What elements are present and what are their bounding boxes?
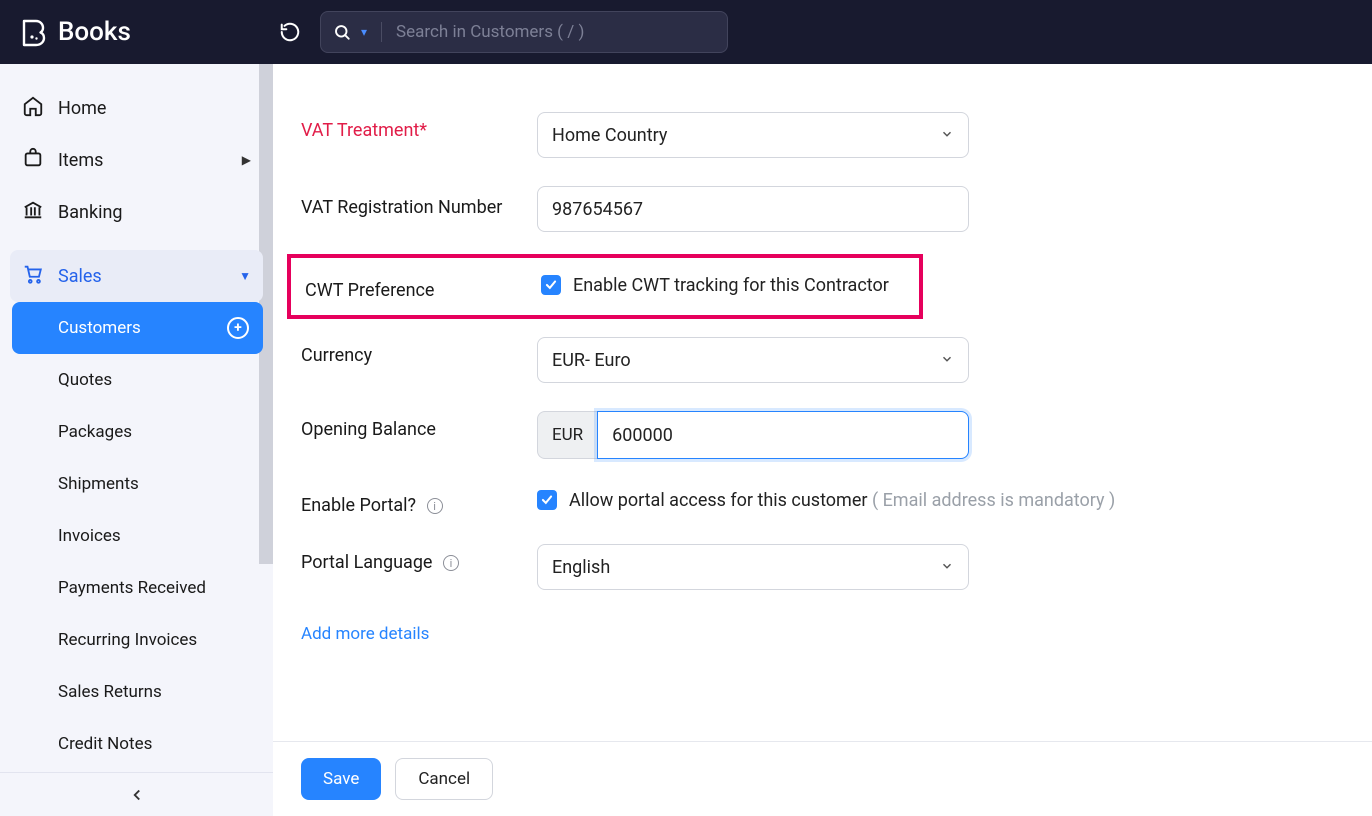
sidebar-label: Home bbox=[58, 98, 106, 119]
sidebar-sub-label: Quotes bbox=[58, 370, 112, 390]
sidebar-label: Items bbox=[58, 150, 103, 171]
sidebar-sub-label: Invoices bbox=[58, 526, 121, 546]
sidebar-item-invoices[interactable]: Invoices bbox=[12, 510, 263, 562]
cwt-enable-checkbox[interactable] bbox=[541, 275, 561, 295]
sidebar-sub-label: Customers bbox=[58, 318, 141, 338]
sidebar-item-banking[interactable]: Banking bbox=[0, 186, 273, 238]
info-icon[interactable]: i bbox=[427, 498, 443, 514]
cart-icon bbox=[22, 263, 44, 290]
brand-name: Books bbox=[58, 17, 131, 47]
sidebar-sub-label: Payments Received bbox=[58, 578, 206, 598]
sidebar-item-quotes[interactable]: Quotes bbox=[12, 354, 263, 406]
search-placeholder: Search in Customers ( / ) bbox=[396, 22, 584, 42]
vat-treatment-select[interactable]: Home Country bbox=[537, 112, 969, 158]
chevron-down-icon: ▼ bbox=[239, 269, 251, 283]
vat-reg-input[interactable] bbox=[537, 186, 969, 232]
topbar-actions: ▾ Search in Customers ( / ) bbox=[276, 11, 728, 53]
search-box[interactable]: ▾ Search in Customers ( / ) bbox=[320, 11, 728, 53]
brand-logo-icon bbox=[18, 17, 48, 47]
sidebar-item-shipments[interactable]: Shipments bbox=[12, 458, 263, 510]
cancel-button[interactable]: Cancel bbox=[395, 758, 493, 800]
sidebar-label: Sales bbox=[58, 266, 102, 287]
refresh-button[interactable] bbox=[276, 18, 304, 46]
main-content: VAT Treatment* Home Country VAT Registra… bbox=[273, 64, 1372, 816]
portal-access-checkbox[interactable] bbox=[537, 490, 557, 510]
sidebar-collapse-button[interactable] bbox=[0, 772, 273, 816]
enable-portal-label: Enable Portal? i bbox=[301, 487, 537, 516]
sidebar-sales-submenu: Customers + Quotes Packages Shipments In… bbox=[12, 302, 263, 770]
info-icon[interactable]: i bbox=[443, 555, 459, 571]
chevron-right-icon: ▶ bbox=[242, 153, 251, 167]
sidebar-item-customers[interactable]: Customers + bbox=[12, 302, 263, 354]
home-icon bbox=[22, 95, 44, 122]
cwt-checkbox-label: Enable CWT tracking for this Contractor bbox=[573, 272, 889, 300]
sidebar-sub-label: Packages bbox=[58, 422, 132, 442]
topbar: Books ▾ Search in Customers ( / ) bbox=[0, 0, 1372, 64]
portal-language-label: Portal Language i bbox=[301, 544, 537, 573]
sidebar-item-credit-notes[interactable]: Credit Notes bbox=[12, 718, 263, 770]
opening-balance-label: Opening Balance bbox=[301, 411, 537, 440]
portal-checkbox-label: Allow portal access for this customer ( … bbox=[569, 487, 1115, 515]
currency-select[interactable]: EUR- Euro bbox=[537, 337, 969, 383]
sidebar-item-home[interactable]: Home bbox=[0, 82, 273, 134]
sidebar-label: Banking bbox=[58, 202, 123, 223]
sidebar-sub-label: Shipments bbox=[58, 474, 139, 494]
vat-reg-label: VAT Registration Number bbox=[301, 186, 537, 221]
cwt-preference-label: CWT Preference bbox=[305, 272, 541, 301]
portal-language-select[interactable]: English bbox=[537, 544, 969, 590]
sidebar-item-recurring-invoices[interactable]: Recurring Invoices bbox=[12, 614, 263, 666]
sidebar-item-items[interactable]: Items ▶ bbox=[0, 134, 273, 186]
search-separator bbox=[381, 22, 382, 42]
sidebar-item-payments-received[interactable]: Payments Received bbox=[12, 562, 263, 614]
brand: Books bbox=[18, 17, 258, 47]
sidebar-item-sales-returns[interactable]: Sales Returns bbox=[12, 666, 263, 718]
sidebar-sub-label: Sales Returns bbox=[58, 682, 162, 702]
form-footer: Save Cancel bbox=[273, 741, 1372, 816]
cwt-highlight-callout: CWT Preference Enable CWT tracking for t… bbox=[287, 254, 923, 319]
add-customer-icon[interactable]: + bbox=[227, 317, 249, 339]
sidebar-sub-label: Credit Notes bbox=[58, 734, 152, 754]
sidebar-item-sales[interactable]: Sales ▼ bbox=[10, 250, 263, 302]
select-value: English bbox=[552, 557, 610, 578]
select-value: Home Country bbox=[552, 125, 667, 146]
chevron-down-icon bbox=[940, 557, 954, 578]
bag-icon bbox=[22, 147, 44, 174]
bank-icon bbox=[22, 199, 44, 226]
search-scope-caret-icon[interactable]: ▾ bbox=[361, 25, 367, 39]
chevron-down-icon bbox=[940, 350, 954, 371]
sidebar: Home Items ▶ Banking bbox=[0, 64, 273, 816]
save-button[interactable]: Save bbox=[301, 758, 381, 800]
vat-treatment-label: VAT Treatment* bbox=[301, 112, 537, 141]
select-value: EUR- Euro bbox=[552, 350, 631, 371]
chevron-down-icon bbox=[940, 125, 954, 146]
opening-balance-prefix: EUR bbox=[537, 411, 597, 459]
sidebar-sub-label: Recurring Invoices bbox=[58, 630, 197, 650]
search-icon bbox=[333, 23, 351, 41]
currency-label: Currency bbox=[301, 337, 537, 366]
sidebar-item-packages[interactable]: Packages bbox=[12, 406, 263, 458]
opening-balance-input[interactable] bbox=[597, 411, 969, 459]
add-more-details-link[interactable]: Add more details bbox=[301, 624, 429, 644]
